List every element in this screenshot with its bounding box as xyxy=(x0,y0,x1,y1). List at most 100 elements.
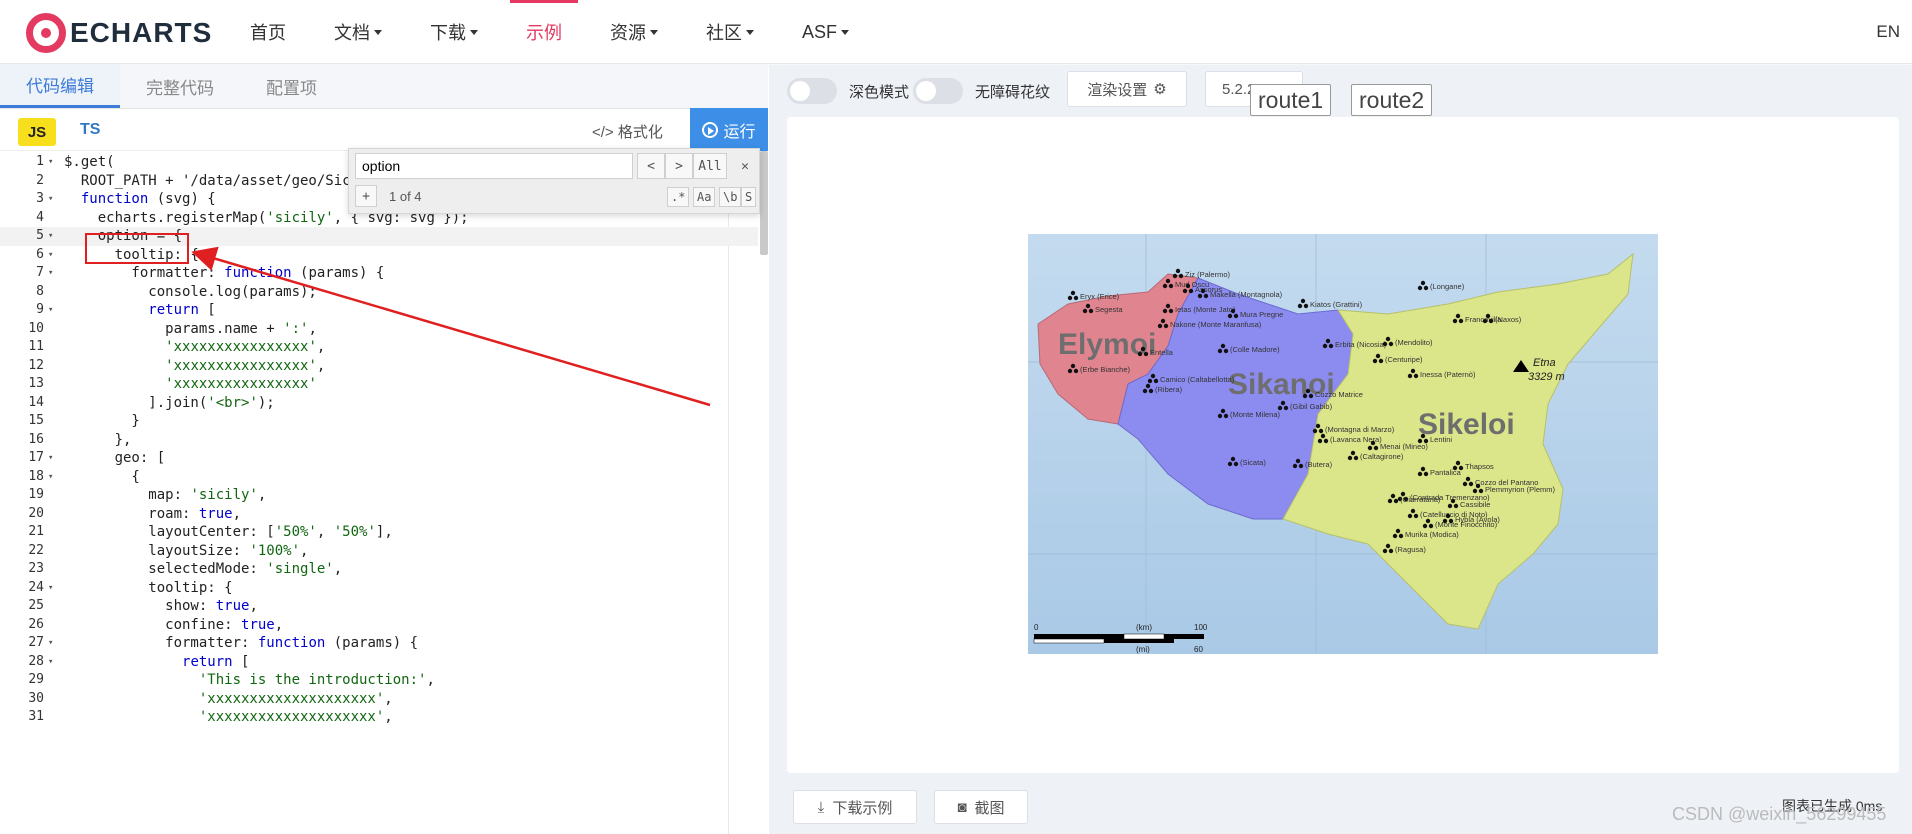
fold-toggle-icon[interactable]: ▾ xyxy=(48,653,53,672)
code-line[interactable]: 22 layoutSize: '100%', xyxy=(0,542,758,561)
language-switch[interactable]: EN xyxy=(1876,22,1900,42)
editor-tab-0[interactable]: 代码编辑 xyxy=(0,64,120,108)
fold-toggle-icon[interactable]: ▾ xyxy=(48,153,53,172)
format-button[interactable]: </> 格式化 xyxy=(592,121,663,142)
line-number: 14 xyxy=(28,394,44,410)
place-label: Pantalica xyxy=(1430,468,1462,477)
place-label: Ietas (Monte Jato) xyxy=(1175,305,1236,314)
code-line[interactable]: 27 ▾ formatter: function (params) { xyxy=(0,634,758,653)
line-number: 3 xyxy=(36,191,44,206)
code-line[interactable]: 21 layoutCenter: ['50%', '50%'], xyxy=(0,523,758,542)
code-line[interactable]: 31 'xxxxxxxxxxxxxxxxxxxx', xyxy=(0,708,758,727)
place-label: Camico (Caltabellotta) xyxy=(1160,375,1235,384)
code-text: console.log(params); xyxy=(64,283,317,300)
aria-decal-toggle[interactable] xyxy=(913,78,963,104)
code-line[interactable]: 18 ▾ { xyxy=(0,468,758,487)
code-line[interactable]: 20 roam: true, xyxy=(0,505,758,524)
code-text: }, xyxy=(64,431,132,448)
code-line[interactable]: 23 selectedMode: 'single', xyxy=(0,560,758,579)
code-line[interactable]: 8 console.log(params); xyxy=(0,283,758,302)
run-button[interactable]: 运行 xyxy=(690,108,768,152)
download-example-button[interactable]: ⤓ 下载示例 xyxy=(793,790,917,824)
code-line[interactable]: 24 ▾ tooltip: { xyxy=(0,579,758,598)
nav-item-4[interactable]: 资源 xyxy=(586,0,682,64)
place-label: Inessa (Paternò) xyxy=(1420,370,1476,379)
code-text: confine: true, xyxy=(64,616,284,633)
code-line[interactable]: 7 ▾ formatter: function (params) { xyxy=(0,264,758,283)
line-number: 2 xyxy=(36,172,44,188)
nav-item-5[interactable]: 社区 xyxy=(682,0,778,64)
place-label: Thapsos xyxy=(1465,462,1494,471)
fold-toggle-icon[interactable]: ▾ xyxy=(48,301,53,320)
logo-text: ECHARTS xyxy=(70,17,213,48)
nav-item-label: 文档 xyxy=(334,23,370,43)
fold-toggle-icon[interactable]: ▾ xyxy=(48,246,53,265)
line-number: 24 xyxy=(28,579,44,595)
dark-mode-toggle[interactable] xyxy=(787,78,837,104)
line-number: 9 xyxy=(36,302,44,317)
code-line[interactable]: 11 'xxxxxxxxxxxxxxxx', xyxy=(0,338,758,357)
code-line[interactable]: 16 }, xyxy=(0,431,758,450)
code-line[interactable]: 19 map: 'sicily', xyxy=(0,486,758,505)
search-in-selection-toggle[interactable]: S xyxy=(741,187,757,207)
render-settings-button[interactable]: 渲染设置 ⚙ xyxy=(1067,71,1187,107)
caret-down-icon xyxy=(374,29,382,35)
code-line[interactable]: 9 ▾ return [ xyxy=(0,301,758,320)
code-line[interactable]: 17 ▾ geo: [ xyxy=(0,449,758,468)
camera-icon: ◙ xyxy=(957,798,967,816)
code-line[interactable]: 12 'xxxxxxxxxxxxxxxx', xyxy=(0,357,758,376)
close-icon[interactable]: ✕ xyxy=(731,153,759,179)
code-line[interactable]: 13 'xxxxxxxxxxxxxxxx' xyxy=(0,375,758,394)
fold-toggle-icon[interactable]: ▾ xyxy=(48,468,53,487)
nav-item-0[interactable]: 首页 xyxy=(226,0,310,64)
code-text: 'xxxxxxxxxxxxxxxxxxxx', xyxy=(198,709,393,725)
place-label: (Gibil Gabib) xyxy=(1290,402,1333,411)
nav-item-3[interactable]: 示例 xyxy=(502,0,586,64)
route2-button[interactable]: route2 xyxy=(1351,84,1433,116)
place-label: (Montagna di Marzo) xyxy=(1325,425,1395,434)
screenshot-button[interactable]: ◙ 截图 xyxy=(934,790,1028,824)
fold-toggle-icon[interactable]: ▾ xyxy=(48,579,53,598)
nav-item-6[interactable]: ASF xyxy=(778,0,873,64)
place-marker: Camico (Caltabellotta) xyxy=(1147,373,1235,384)
scale-100-label: 100 xyxy=(1194,623,1208,632)
find-next-button[interactable]: > xyxy=(665,153,693,179)
fold-toggle-icon[interactable]: ▾ xyxy=(48,190,53,209)
find-input[interactable] xyxy=(355,153,633,179)
editor-scrollbar[interactable] xyxy=(760,151,768,255)
code-line[interactable]: 26 confine: true, xyxy=(0,616,758,635)
fold-toggle-icon[interactable]: ▾ xyxy=(48,634,53,653)
sicily-map[interactable]: Elymoi Sikanoi Sikeloi Etna 3329 m 0 (km… xyxy=(1028,234,1658,654)
nav-item-1[interactable]: 文档 xyxy=(310,0,406,64)
regex-toggle[interactable]: .* xyxy=(667,187,690,207)
code-line[interactable]: 14 ].join('<br>'); xyxy=(0,394,758,413)
fold-toggle-icon[interactable]: ▾ xyxy=(48,227,53,246)
fold-toggle-icon[interactable]: ▾ xyxy=(48,264,53,283)
find-previous-button[interactable]: < xyxy=(637,153,665,179)
scale-mi-label: (mi) xyxy=(1136,645,1150,654)
editor-tab-1[interactable]: 完整代码 xyxy=(120,64,240,108)
code-line[interactable]: 30 'xxxxxxxxxxxxxxxxxxxx', xyxy=(0,690,758,709)
code-line[interactable]: 29 'This is the introduction:', xyxy=(0,671,758,690)
js-language-button[interactable]: JS xyxy=(18,118,56,146)
place-label: Kiatos (Grattini) xyxy=(1310,300,1363,309)
case-sensitive-toggle[interactable]: Aa xyxy=(693,187,716,207)
editor-tab-2[interactable]: 配置项 xyxy=(240,64,343,108)
code-text: layoutSize: '100%', xyxy=(64,542,309,559)
echarts-logo[interactable]: ECHARTS xyxy=(26,12,212,54)
highlight-box-annotation xyxy=(85,233,189,264)
code-text: 'xxxxxxxxxxxxxxxx' xyxy=(165,376,317,392)
toggle-replace-button[interactable]: + xyxy=(355,185,377,207)
fold-toggle-icon[interactable]: ▾ xyxy=(48,449,53,468)
code-line[interactable]: 10 params.name + ':', xyxy=(0,320,758,339)
line-number: 23 xyxy=(28,561,44,576)
code-line[interactable]: 15 } xyxy=(0,412,758,431)
find-all-button[interactable]: All xyxy=(693,153,727,179)
nav-item-2[interactable]: 下载 xyxy=(406,0,502,64)
route1-button[interactable]: route1 xyxy=(1250,84,1332,116)
code-line[interactable]: 28 ▾ return [ xyxy=(0,653,758,672)
ts-language-button[interactable]: TS xyxy=(80,121,100,139)
download-label: 下载示例 xyxy=(832,799,893,817)
whole-word-toggle[interactable]: \b xyxy=(719,187,742,207)
code-line[interactable]: 25 show: true, xyxy=(0,597,758,616)
